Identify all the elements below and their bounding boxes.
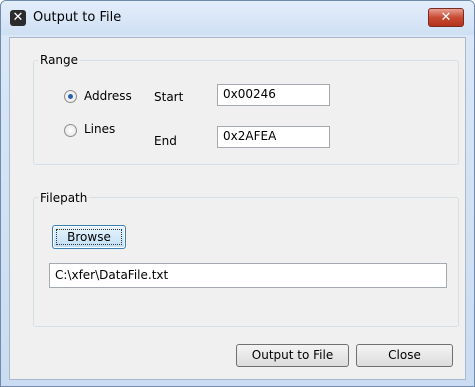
window-title: Output to File [33, 10, 122, 25]
browse-button-label: Browse [67, 230, 111, 244]
close-window-button[interactable]: ✕ [428, 8, 464, 27]
app-x-icon: ✕ [10, 10, 26, 26]
start-label: Start [154, 90, 184, 104]
filepath-group-label: Filepath [38, 191, 90, 205]
address-radio-label[interactable]: Address [84, 89, 132, 103]
range-group-label: Range [38, 53, 81, 67]
range-group [33, 60, 459, 165]
title-bar[interactable]: ✕ Output to File ✕ [1, 1, 474, 35]
filepath-field[interactable]: C:\xfer\DataFile.txt [49, 263, 447, 288]
close-button[interactable]: Close [356, 344, 453, 367]
end-address-field[interactable]: 0x2AFEA [217, 126, 330, 148]
end-label: End [154, 134, 177, 148]
browse-button[interactable]: Browse [52, 225, 126, 249]
dialog-window: ✕ Output to File ✕ Range Address Lines S… [0, 0, 475, 387]
start-address-field[interactable]: 0x00246 [217, 84, 330, 106]
dialog-body: Range Address Lines Start 0x00246 End 0x… [9, 37, 466, 380]
lines-radio[interactable] [64, 124, 77, 137]
output-to-file-button[interactable]: Output to File [236, 344, 349, 367]
address-radio[interactable] [64, 90, 77, 103]
filepath-group [33, 197, 459, 327]
lines-radio-label[interactable]: Lines [84, 122, 115, 136]
